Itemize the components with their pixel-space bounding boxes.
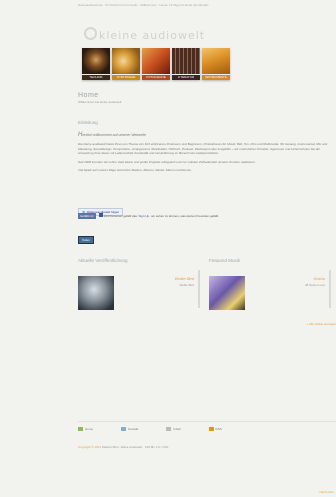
fb-signup-link[interactable]: Sign Up,: [139, 214, 151, 218]
welcome-line: Herzlich willkommen auf unserer Webseite: [78, 132, 336, 138]
intro-paragraph: Seit 2008 konnten wir schon viele kleine…: [78, 159, 256, 164]
site-logo[interactable]: kleine audiowelt: [84, 27, 205, 42]
logo-text: kleine audiowelt: [99, 29, 206, 42]
featured-music-column: Featured Musik Kosho 48 Seiten Love: [209, 258, 331, 310]
category-tile-tontraeger[interactable]: Tonträger: [112, 48, 140, 80]
category-label: Tonträger: [112, 75, 140, 80]
imprint-icon: [166, 427, 172, 431]
featured-music-name[interactable]: Kosho: [314, 276, 325, 281]
footer-divider: [78, 421, 336, 422]
category-tile-technik[interactable]: Technik: [82, 48, 110, 80]
breadcrumb: Willkommen bei kleine audiowelt: [78, 100, 122, 104]
category-label: Instrumente: [202, 75, 230, 80]
top-info-bar: kleineaudiowelt.de · Ihr Portal rund um …: [78, 3, 209, 7]
copyright-prefix: Copyright © 2011: [78, 445, 102, 449]
footer-imprint-label: Inhalt: [173, 427, 181, 431]
fb-count-text: 244 Personen gefällt das.: [103, 214, 138, 218]
category-label: Literatur: [172, 75, 200, 80]
site-header: kleine audiowelt Technik Tonträger Fotog…: [0, 10, 336, 80]
footer-contact-label: Kontakt: [128, 427, 139, 431]
latest-release-item[interactable]: Wolke Bird Wolke Bird: [78, 270, 200, 310]
contact-icon: [121, 427, 127, 431]
share-button[interactable]: Teilen: [78, 236, 94, 244]
main-content: Home Willkommen bei kleine audiowelt Ein…: [78, 92, 336, 326]
welcome-text: erzlich willkommen auf unserer Webseite: [82, 133, 146, 137]
latest-heading: Aktuelle Veröffentlichung: [78, 258, 128, 263]
category-tile-literatur[interactable]: Literatur: [172, 48, 200, 80]
footer-home-link[interactable]: Home: [78, 427, 93, 431]
literatur-image: [172, 48, 200, 74]
category-tile-instrumente[interactable]: Instrumente: [202, 48, 230, 80]
intro-heading: Einleitung: [78, 120, 98, 125]
copyright: Copyright © 2011 Markus Born, kleine aud…: [78, 445, 168, 449]
footer-rss-label: RSS: [215, 427, 222, 431]
category-tile-fotografie[interactable]: Fotografie: [142, 48, 170, 80]
intro-paragraph: Viel Spaß auf unserer Page wünschen Mark…: [78, 168, 192, 173]
footer-nav: Home Kontakt Inhalt RSS: [78, 427, 336, 431]
technik-image: [82, 48, 110, 74]
category-label: Technik: [82, 75, 110, 80]
intro-paragraph: Die kleine audiowelt bietet Ihnen ein Th…: [78, 142, 328, 156]
fotografie-image: [142, 48, 170, 74]
footer-contact-link[interactable]: Kontakt: [121, 427, 138, 431]
page-title: Home: [78, 92, 99, 99]
latest-release-name[interactable]: Wolke Bird: [175, 276, 194, 281]
facebook-like-row: Gefällt mir 244 Personen gefällt das. Si…: [78, 213, 229, 219]
latest-release-thumbnail[interactable]: [78, 276, 114, 310]
back-to-top-link[interactable]: Nach oben: [319, 490, 334, 494]
latest-release-sub: Wolke Bird: [179, 283, 194, 287]
facebook-icon: [98, 213, 103, 217]
category-nav: Technik Tonträger Fotografie Literatur I…: [82, 48, 230, 80]
fb-text-end: um sehen zu können, was deinen Freunden …: [150, 214, 219, 218]
tontraeger-image: [112, 48, 140, 74]
featured-music-thumbnail[interactable]: [209, 276, 245, 310]
footer-imprint-link[interactable]: Inhalt: [166, 427, 181, 431]
featured-heading: Featured Musik: [209, 258, 241, 263]
page: kleineaudiowelt.de · Ihr Portal rund um …: [0, 0, 336, 497]
footer-rss-link[interactable]: RSS: [208, 427, 222, 431]
latest-release-column: Aktuelle Veröffentlichung Wolke Bird Wol…: [78, 258, 200, 310]
logo-mark-icon: [84, 27, 97, 40]
category-label: Fotografie: [142, 75, 170, 80]
instrumente-image: [202, 48, 230, 74]
home-icon: [78, 427, 83, 431]
show-all-articles-link[interactable]: » Alle Artikel anzeigen: [307, 322, 336, 326]
featured-music-sub: 48 Seiten Love: [304, 283, 325, 287]
footer-home-label: Home: [85, 427, 94, 431]
rss-icon: [208, 427, 214, 431]
facebook-like-button[interactable]: Gefällt mir: [78, 213, 96, 219]
featured-music-item[interactable]: Kosho 48 Seiten Love: [209, 270, 331, 310]
copyright-text: Markus Born, kleine audiowelt · XHTML 1.…: [102, 445, 169, 449]
intro-section: Einleitung Herzlich willkommen auf unser…: [78, 120, 336, 173]
facebook-like-text: 244 Personen gefällt das. Sign Up, um se…: [98, 213, 229, 218]
